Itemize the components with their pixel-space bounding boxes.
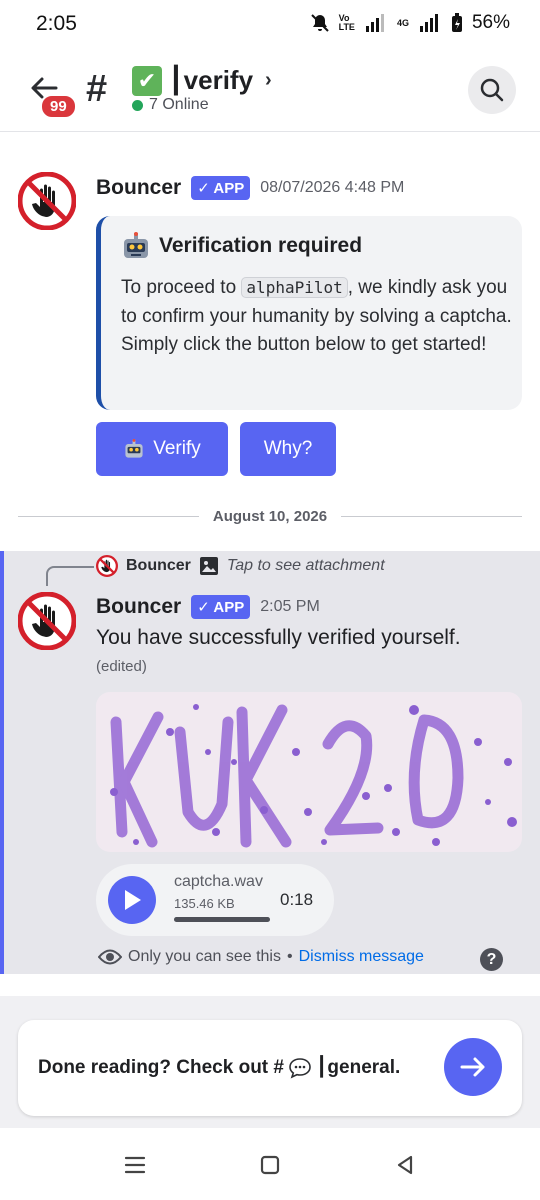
play-button[interactable] [108,876,156,924]
recent-apps-button[interactable] [120,1150,150,1180]
search-icon [480,78,504,102]
message-header: Bouncer ✓ APP 08/07/2026 4:48 PM [96,176,404,200]
inline-code: alphaPilot [241,277,348,298]
mute-bell-icon [310,14,329,32]
composer-prompt: Done reading? Check out # ┃general. [38,1056,400,1079]
no-entry-hand-icon [17,171,77,231]
battery-icon [451,13,462,32]
ephemeral-notice: Only you can see this • Dismiss message [98,948,424,966]
reply-reference[interactable]: Bouncer Tap to see attachment [96,555,385,577]
read-only-composer: Done reading? Check out # ┃general. [18,1020,522,1116]
audio-filename[interactable]: captcha.wav [174,873,263,891]
hash-icon: # [86,68,108,110]
audio-attachment: captcha.wav 135.46 KB 0:18 [96,864,334,936]
eye-icon [98,949,122,965]
reply-attachment-text: Tap to see attachment [226,557,385,574]
channel-title[interactable]: ✔ ┃verify › [132,65,272,96]
arrow-right-icon [460,1057,485,1077]
embed-desc-before: To proceed to [121,277,242,298]
divider-line [341,515,522,517]
author-name[interactable]: Bouncer [96,595,181,619]
author-name[interactable]: Bouncer [96,176,181,200]
message-text: You have successfully verified yourself. [96,626,461,649]
channel-header: 99 # ✔ ┃verify › 7 Online [0,52,540,132]
embed-title: Verification required [121,232,362,260]
reply-author: Bouncer [126,557,191,574]
audio-progress-fill [174,917,270,922]
audio-progress-bar[interactable] [174,917,270,922]
search-button[interactable] [468,66,516,114]
home-square-icon [260,1155,280,1175]
online-count: 7 Online [149,96,209,113]
divider-line [18,515,199,517]
verify-button-label: Verify [153,438,201,459]
chevron-right-icon: › [265,69,272,91]
separator-dot: • [286,948,293,965]
embed-title-text: Verification required [159,234,363,257]
check-mark-emoji-icon: ✔ [132,65,162,96]
channel-name: ┃verify [168,65,254,95]
robot-icon [125,439,143,458]
unread-badge: 99 [40,94,77,119]
signal-icon [365,14,384,32]
status-bar: 2:05 Vo LTE 4G 56% [0,0,540,46]
timestamp: 08/07/2026 4:48 PM [260,179,405,196]
verify-button[interactable]: Verify [96,422,228,476]
ephemeral-note: Only you can see this [128,948,281,965]
embed-description: To proceed to alphaPilot, we kindly ask … [121,274,513,360]
speech-bubble-icon [289,1057,311,1079]
avatar[interactable] [17,171,77,231]
play-icon [125,890,141,910]
message-header: Bouncer ✓ APP 2:05 PM [96,595,320,619]
captcha-glyphs [110,704,517,848]
no-entry-hand-icon [96,555,118,577]
avatar[interactable] [17,591,77,651]
network-type: 4G [396,17,409,28]
why-button[interactable]: Why? [240,422,336,476]
volte-icon: Vo LTE [338,13,355,32]
audio-filesize: 135.46 KB [174,896,235,911]
composer-prompt-text: Done reading? Check out # [38,1056,284,1078]
no-entry-hand-icon [17,591,77,651]
system-back-button[interactable] [390,1150,420,1180]
audio-duration: 0:18 [280,890,314,909]
date-divider-label: August 10, 2026 [212,507,328,525]
online-dot-icon [132,99,143,111]
system-nav-bar [0,1128,540,1200]
edited-label: (edited) [96,658,147,675]
online-indicator: 7 Online [132,96,209,114]
help-icon[interactable]: ? [480,948,503,971]
back-triangle-icon [397,1155,413,1175]
timestamp: 2:05 PM [260,598,320,615]
composer-channel-link[interactable]: ┃general. [316,1056,400,1079]
image-icon [199,557,218,575]
verification-embed: Verification required To proceed to alph… [96,216,522,410]
go-to-channel-button[interactable] [444,1038,502,1096]
dismiss-message-link[interactable]: Dismiss message [299,948,424,966]
captcha-image[interactable] [96,692,522,852]
status-icons: Vo LTE 4G 56% [310,12,510,34]
robot-icon [124,232,148,258]
app-tag: ✓ APP [191,595,251,619]
status-time: 2:05 [36,12,77,35]
signal-icon-2 [419,14,438,32]
home-button[interactable] [255,1150,285,1180]
app-tag: ✓ APP [191,176,251,200]
battery-percent: 56% [471,12,510,33]
why-button-label: Why? [263,438,313,459]
menu-lines-icon [124,1156,146,1174]
date-divider: August 10, 2026 [18,505,522,527]
reply-connector [46,566,94,586]
